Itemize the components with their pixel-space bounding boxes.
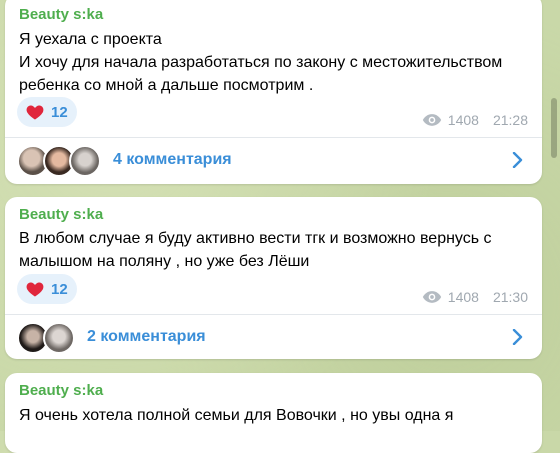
post-meta: 1408 21:28 [422,112,528,128]
post-author[interactable]: Beauty s:ka [19,6,103,23]
eye-icon [422,291,441,303]
heart-icon [26,282,44,297]
message-feed: Beauty s:ka Я уехала с проекта И хочу дл… [0,0,560,453]
chevron-right-icon [512,329,523,345]
post-meta: 1408 21:30 [422,289,528,305]
reaction-button[interactable]: 12 [17,274,77,304]
channel-post: Beauty s:ka Я уехала с проекта И хочу дл… [5,0,542,184]
post-text: Я очень хотела полной семьи для Вовочки … [19,404,528,427]
avatar [43,322,75,354]
comments-button[interactable]: 2 комментария [5,314,542,360]
post-text-line: Я очень хотела полной семьи для Вовочки … [19,407,454,424]
comments-label: 2 комментария [87,328,206,345]
commenter-avatars [17,145,101,177]
comments-button[interactable]: 4 комментария [5,137,542,183]
reaction-count: 12 [51,103,68,121]
post-text-line: И хочу для начала разработаться по закон… [19,54,503,71]
channel-post: Beauty s:ka В любом случае я буду активн… [5,197,542,359]
post-time: 21:30 [492,289,528,305]
post-text: Я уехала с проекта И хочу для начала раз… [19,28,528,97]
post-text-line: В любом случае я буду активно вести тгк … [19,230,492,247]
chevron-right-icon [512,152,523,168]
scrollbar-thumb[interactable] [551,98,557,158]
post-text-line: ребенка со мной а дальше посмотрим . [19,77,314,94]
post-time: 21:28 [492,112,528,128]
post-text-line: малышом на поляну , но уже без Лёши [19,253,310,270]
avatar [69,145,101,177]
comments-label: 4 комментария [113,151,232,168]
view-count: 1408 [447,112,479,128]
post-text: В любом случае я буду активно вести тгк … [19,227,528,273]
view-count: 1408 [447,289,479,305]
post-author[interactable]: Beauty s:ka [19,382,103,399]
reaction-count: 12 [51,280,68,298]
reaction-button[interactable]: 12 [17,97,77,127]
eye-icon [422,114,441,126]
post-text-line: Я уехала с проекта [19,31,162,48]
channel-post: Beauty s:ka Я очень хотела полной семьи … [5,373,542,453]
commenter-avatars [17,322,75,354]
heart-icon [26,105,44,120]
post-author[interactable]: Beauty s:ka [19,206,103,223]
